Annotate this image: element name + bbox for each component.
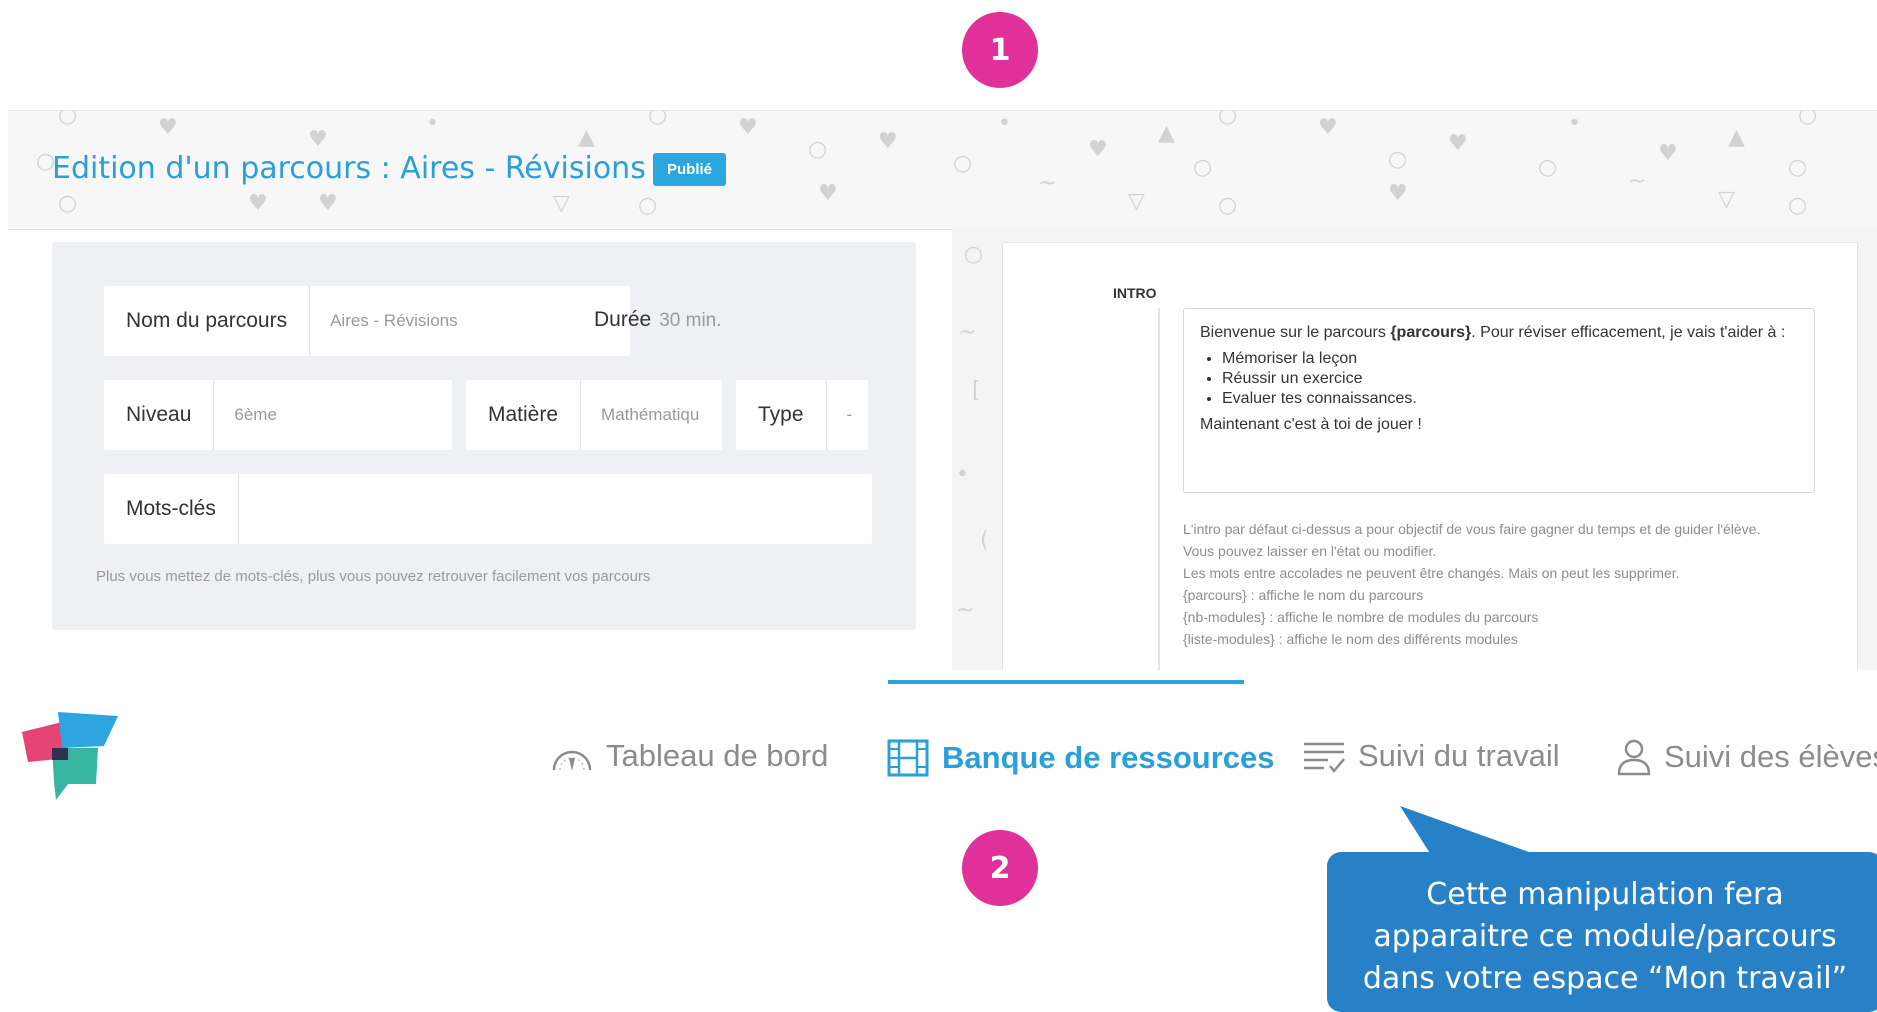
app-logo xyxy=(22,712,118,800)
active-tab-indicator xyxy=(888,680,1244,684)
callout-line: Cette manipulation fera xyxy=(1426,877,1784,912)
nav-suivi-des-eleves[interactable]: Suivi des élèves xyxy=(1616,738,1877,776)
course-editor-screenshot: ○ ♥ ♥ • ▲ ○ ♥ ○ ♥ ○ • ~ ♥ ▽ ▲ ○ ○ ♥ ○ ♥ … xyxy=(8,110,1877,670)
intro-text-area[interactable]: Bienvenue sur le parcours {parcours}. Po… xyxy=(1183,308,1815,493)
intro-note: Vous pouvez laisser en l'état ou modifie… xyxy=(1183,543,1437,559)
keywords-hint: Plus vous mettez de mots-clés, plus vous… xyxy=(96,568,651,585)
nav-label: Tableau de bord xyxy=(606,738,829,773)
type-field[interactable]: Type - xyxy=(736,380,868,450)
intro-welcome-pre: Bienvenue sur le parcours xyxy=(1200,324,1391,341)
duration-label: Durée xyxy=(594,308,652,331)
intro-note: {parcours} : affiche le nom du parcours xyxy=(1183,587,1424,603)
level-select[interactable]: 6ème xyxy=(214,405,297,425)
nav-tableau-de-bord[interactable]: Tableau de bord xyxy=(550,738,828,774)
user-icon xyxy=(1616,738,1652,776)
intro-bullets: Mémoriser la leçon Réussir un exercice E… xyxy=(1200,349,1798,409)
type-label: Type xyxy=(736,380,827,450)
intro-editor: INTRO Bienvenue sur le parcours {parcour… xyxy=(1002,242,1858,670)
nav-banque-de-ressources[interactable]: Banque de ressources xyxy=(886,738,1275,778)
course-name-input[interactable]: Aires - Révisions xyxy=(310,311,478,331)
nav-suivi-du-travail[interactable]: Suivi du travail xyxy=(1302,738,1560,774)
info-callout: Cette manipulation fera apparaitre ce mo… xyxy=(1327,852,1877,1012)
level-label: Niveau xyxy=(104,380,215,450)
gauge-icon xyxy=(550,738,594,774)
course-name-label: Nom du parcours xyxy=(104,286,311,356)
course-name-field[interactable]: Nom du parcours Aires - Révisions xyxy=(104,286,630,356)
callout-line: apparaitre ce module/parcours xyxy=(1373,919,1837,954)
film-icon xyxy=(886,738,930,778)
step-1-badge: 1 xyxy=(962,12,1038,88)
intro-closing: Maintenant c'est à toi de jouer ! xyxy=(1200,416,1422,433)
intro-note: {liste-modules} : affiche le nom des dif… xyxy=(1183,631,1518,647)
nav-label: Suivi du travail xyxy=(1358,738,1560,773)
intro-welcome-post: . Pour réviser efficacement, je vais t'a… xyxy=(1471,324,1786,341)
intro-note: Les mots entre accolades ne peuvent être… xyxy=(1183,565,1680,581)
intro-bullet: Evaluer tes connaissances. xyxy=(1222,389,1798,409)
intro-welcome: Bienvenue sur le parcours {parcours}. Po… xyxy=(1200,323,1798,343)
status-badge: Publié xyxy=(653,153,727,186)
intro-note: L'intro par défaut ci-dessus a pour obje… xyxy=(1183,521,1761,537)
intro-bullet: Réussir un exercice xyxy=(1222,369,1798,389)
keywords-field[interactable]: Mots-clés xyxy=(104,474,872,544)
nav-label: Banque de ressources xyxy=(942,740,1275,775)
step-2-badge: 2 xyxy=(962,830,1038,906)
intro-label: INTRO xyxy=(1113,285,1157,301)
intro-help-notes: L'intro par défaut ci-dessus a pour obje… xyxy=(1183,518,1823,650)
type-select[interactable]: - xyxy=(827,405,868,425)
intro-bullet: Mémoriser la leçon xyxy=(1222,349,1798,369)
subject-field[interactable]: Matière Mathématiqu xyxy=(466,380,722,450)
callout-line: dans votre espace “Mon travail” xyxy=(1362,961,1848,996)
subject-label: Matière xyxy=(466,380,582,450)
editor-header: ○ ♥ ♥ • ▲ ○ ♥ ○ ♥ ○ • ~ ♥ ▽ ▲ ○ ○ ♥ ○ ♥ … xyxy=(8,110,1877,230)
subject-select[interactable]: Mathématiqu xyxy=(581,405,721,425)
duration: Durée 30 min. xyxy=(594,308,722,332)
nav-label: Suivi des élèves xyxy=(1664,739,1877,774)
intro-divider xyxy=(1158,308,1160,670)
checklist-icon xyxy=(1302,738,1346,774)
page-title: Edition d'un parcours : Aires - Révision… xyxy=(52,151,646,186)
intro-note: {nb-modules} : affiche le nombre de modu… xyxy=(1183,609,1539,625)
intro-welcome-var: {parcours} xyxy=(1390,324,1472,341)
duration-value: 30 min. xyxy=(659,310,722,331)
level-field[interactable]: Niveau 6ème xyxy=(104,380,452,450)
keywords-label: Mots-clés xyxy=(104,474,239,544)
